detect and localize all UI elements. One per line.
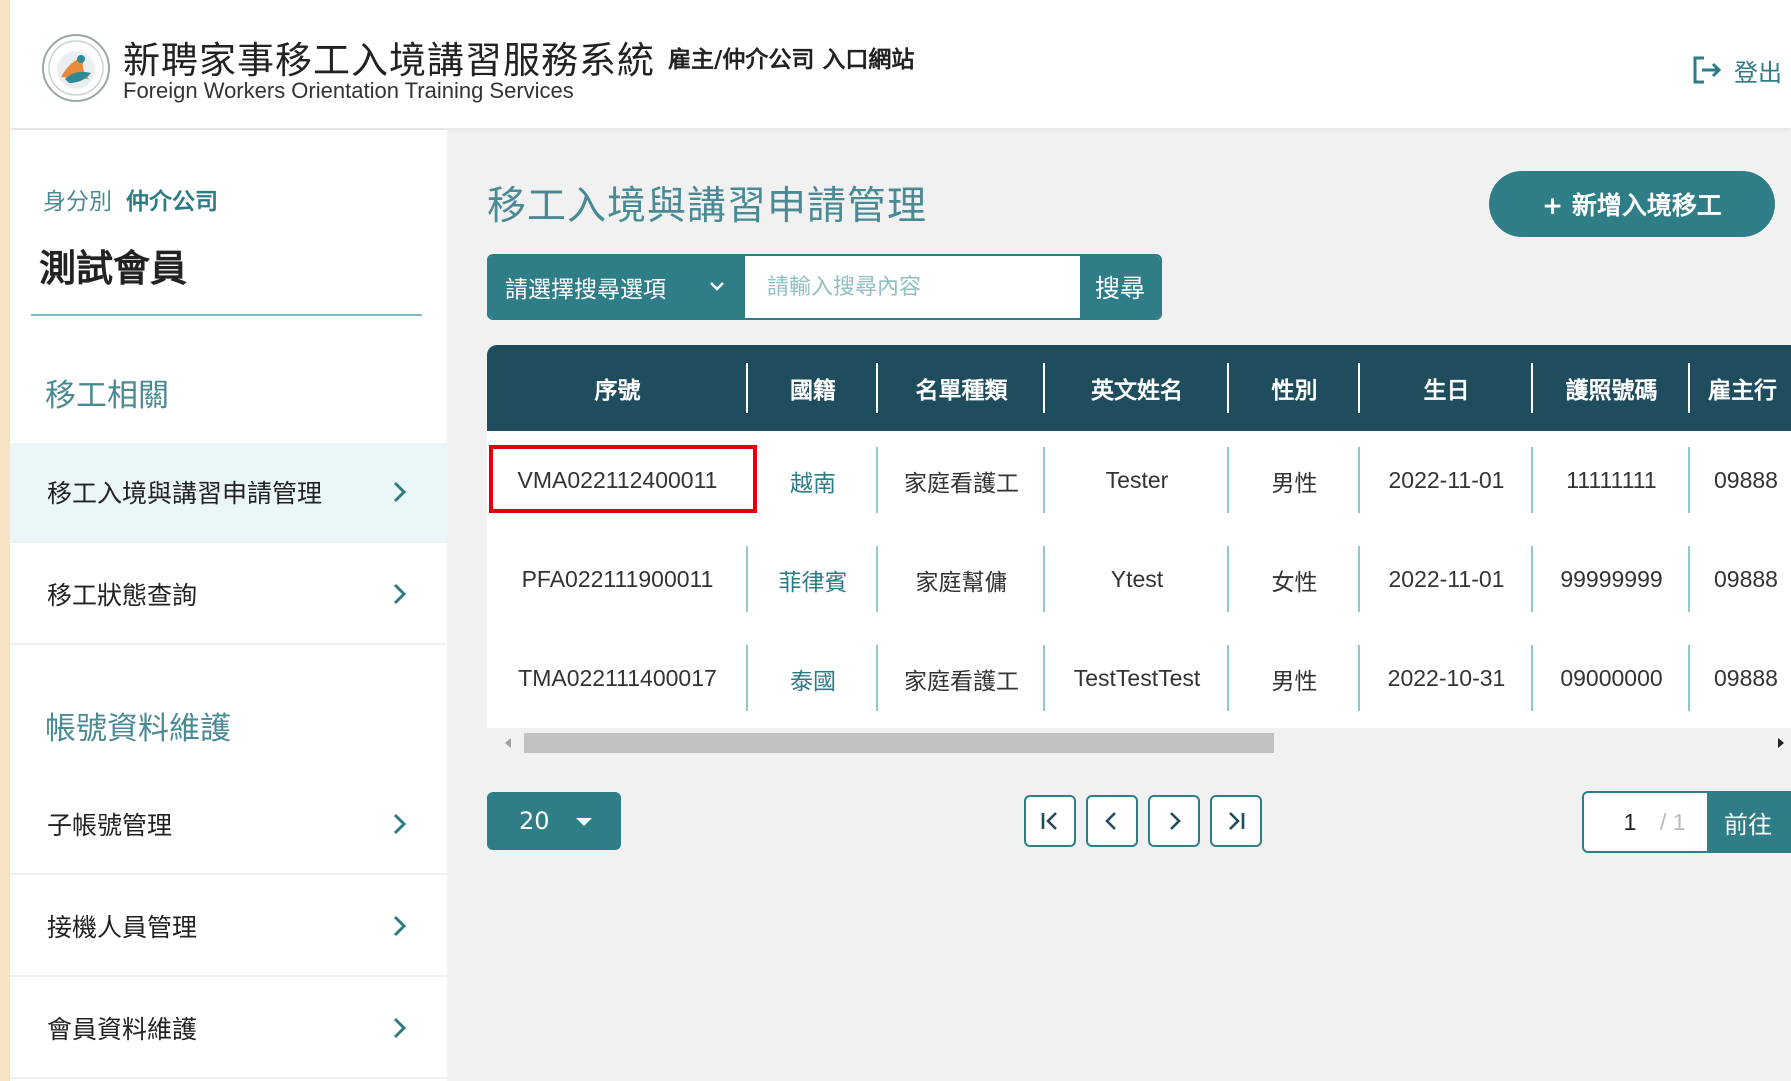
last-page-icon	[1229, 812, 1245, 830]
last-page-button[interactable]	[1210, 795, 1262, 847]
employer-cell: 09888	[1714, 665, 1778, 691]
chevron-right-icon	[1170, 812, 1181, 830]
logo-icon	[42, 34, 110, 102]
app-frame: 新聘家事移工入境講習服務系統 雇主/仲介公司 入口網站 Foreign Work…	[10, 0, 1791, 1081]
employer-cell: 09888	[1714, 566, 1778, 592]
logout-label: 登出	[1734, 58, 1782, 87]
passport-cell: 09000000	[1533, 629, 1690, 728]
chevron-down-icon	[710, 282, 724, 291]
column-header[interactable]: 雇主行	[1690, 345, 1791, 431]
system-title: 新聘家事移工入境講習服務系統	[123, 39, 655, 82]
top-header: 新聘家事移工入境講習服務系統 雇主/仲介公司 入口網站 Foreign Work…	[10, 0, 1791, 128]
horizontal-scrollbar[interactable]	[497, 730, 1791, 756]
goto-page-input[interactable]: 1	[1600, 809, 1660, 836]
sidebar-item-pickup-staff[interactable]: 接機人員管理	[10, 877, 447, 977]
goto-page-control: 1 / 1 前往	[1582, 791, 1791, 853]
list-type-cell: 家庭看護工	[878, 431, 1045, 530]
nationality-cell: 泰國	[748, 629, 878, 728]
chevron-right-icon	[393, 915, 413, 937]
scroll-left-arrow-icon[interactable]	[505, 738, 511, 748]
first-page-icon	[1041, 812, 1057, 830]
serial-number-cell[interactable]: TMA022111400017	[487, 629, 748, 728]
english-name-cell: TestTestTest	[1045, 629, 1229, 728]
role-line: 身分別 仲介公司	[43, 182, 218, 216]
system-title-en: Foreign Workers Orientation Training Ser…	[123, 78, 574, 103]
birthday-cell: 2022-10-31	[1360, 629, 1533, 728]
table-row[interactable]: TMA022111400017 泰國 家庭看護工 TestTestTest 男性…	[487, 629, 1791, 728]
sidebar-item-entry-training[interactable]: 移工入境與講習申請管理	[10, 443, 447, 543]
section-title-worker: 移工相關	[45, 378, 169, 414]
next-page-button[interactable]	[1148, 795, 1200, 847]
first-page-button[interactable]	[1024, 795, 1076, 847]
column-header[interactable]: 護照號碼	[1533, 345, 1690, 431]
serial-number-cell[interactable]: VMA022112400011	[487, 431, 748, 530]
table-row[interactable]: PFA022111900011 菲律賓 家庭幫傭 Ytest 女性 2022-1…	[487, 530, 1791, 629]
divider	[31, 314, 422, 316]
chevron-right-icon	[393, 481, 413, 503]
chevron-right-icon	[393, 1017, 413, 1039]
logout-icon	[1693, 56, 1722, 84]
prev-page-button[interactable]	[1086, 795, 1138, 847]
search-option-select[interactable]: 請選擇搜尋選項	[489, 256, 745, 318]
sidebar-item-label: 子帳號管理	[47, 811, 173, 840]
scrollbar-thumb[interactable]	[524, 733, 1274, 753]
goto-button[interactable]: 前往	[1707, 793, 1789, 851]
sidebar-item-member-profile[interactable]: 會員資料維護	[10, 979, 447, 1079]
english-name-cell: Ytest	[1045, 530, 1229, 629]
logout-button[interactable]: 登出	[1690, 52, 1782, 88]
sidebar-item-label: 接機人員管理	[47, 913, 198, 942]
gender-cell: 女性	[1229, 530, 1360, 629]
column-header[interactable]: 序號	[487, 345, 748, 431]
employer-cell: 09888	[1714, 467, 1778, 493]
column-header[interactable]: 英文姓名	[1045, 345, 1229, 431]
column-header[interactable]: 名單種類	[878, 345, 1045, 431]
add-worker-button[interactable]: + 新增入境移工	[1489, 171, 1775, 237]
list-type-cell: 家庭看護工	[878, 629, 1045, 728]
caret-down-icon	[576, 818, 592, 826]
english-name-cell: Tester	[1045, 431, 1229, 530]
role-value: 仲介公司	[126, 189, 218, 215]
chevron-right-icon	[393, 813, 413, 835]
gender-cell: 男性	[1229, 629, 1360, 728]
table-header-row: 序號 國籍 名單種類 英文姓名 性別 生日 護照號碼 雇主行	[487, 345, 1791, 431]
passport-cell: 99999999	[1533, 530, 1690, 629]
results-table: 序號 國籍 名單種類 英文姓名 性別 生日 護照號碼 雇主行 VMA022112…	[487, 345, 1791, 728]
total-pages: / 1	[1660, 808, 1686, 835]
sidebar-item-sub-accounts[interactable]: 子帳號管理	[10, 775, 447, 875]
birthday-cell: 2022-11-01	[1360, 431, 1533, 530]
chevron-right-icon	[393, 583, 413, 605]
nationality-cell: 越南	[748, 431, 878, 530]
page-size-select[interactable]: 20	[487, 792, 621, 850]
page-title: 移工入境與講習申請管理	[487, 184, 928, 229]
sidebar-item-label: 會員資料維護	[47, 1015, 198, 1044]
gender-cell: 男性	[1229, 431, 1360, 530]
sidebar-item-label: 移工狀態查詢	[47, 581, 198, 610]
sidebar: 身分別 仲介公司 測試會員 移工相關 移工入境與講習申請管理 移工狀態查詢 帳號資…	[10, 130, 447, 1081]
table-row[interactable]: VMA022112400011 越南 家庭看護工 Tester 男性 2022-…	[487, 431, 1791, 530]
search-button[interactable]: 搜尋	[1080, 256, 1160, 318]
column-header[interactable]: 性別	[1229, 345, 1360, 431]
birthday-cell: 2022-11-01	[1360, 530, 1533, 629]
column-header[interactable]: 生日	[1360, 345, 1533, 431]
chevron-left-icon	[1105, 812, 1116, 830]
search-option-label: 請選擇搜尋選項	[505, 277, 666, 303]
serial-number-cell[interactable]: PFA022111900011	[487, 530, 748, 629]
page-size-value: 20	[519, 807, 550, 835]
list-type-cell: 家庭幫傭	[878, 530, 1045, 629]
column-header[interactable]: 國籍	[748, 345, 878, 431]
passport-cell: 11111111	[1533, 431, 1690, 530]
search-bar: 請選擇搜尋選項 搜尋	[487, 254, 1162, 320]
sidebar-item-status-query[interactable]: 移工狀態查詢	[10, 545, 447, 645]
nationality-cell: 菲律賓	[748, 530, 878, 629]
scroll-right-arrow-icon[interactable]	[1778, 738, 1784, 748]
role-label: 身分別	[43, 189, 112, 215]
sidebar-item-label: 移工入境與講習申請管理	[47, 479, 323, 508]
portal-label: 雇主/仲介公司 入口網站	[668, 47, 915, 73]
member-name: 測試會員	[39, 247, 187, 290]
search-input[interactable]	[745, 256, 1080, 318]
section-title-account: 帳號資料維護	[45, 711, 231, 747]
